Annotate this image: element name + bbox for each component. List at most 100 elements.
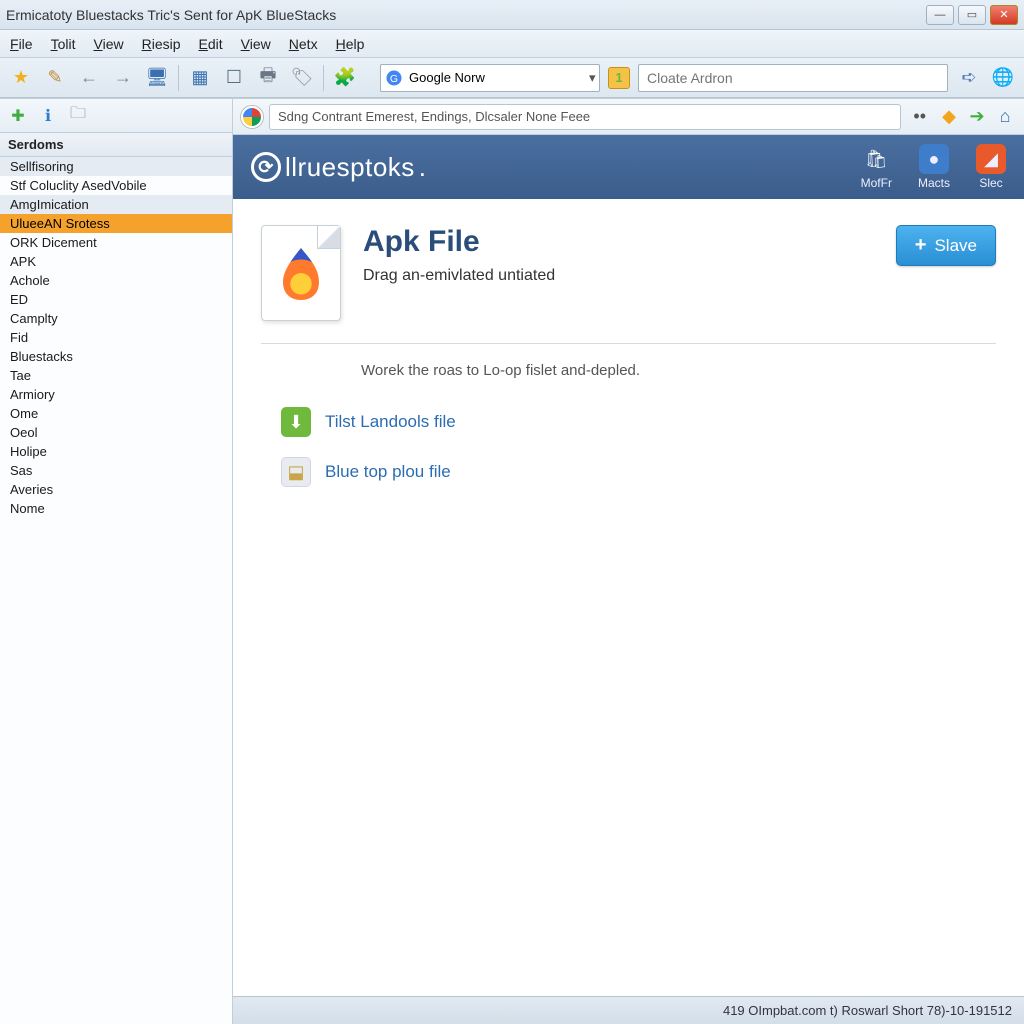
- nav-forward-icon[interactable]: ➔: [966, 106, 988, 128]
- brand-mark-icon: ⟳: [251, 152, 281, 182]
- sidebar-item[interactable]: APK: [0, 252, 232, 271]
- sidebar-item[interactable]: Bluestacks: [0, 347, 232, 366]
- forward-arrow-icon[interactable]: →: [110, 65, 136, 91]
- link-label: Blue top plou file: [325, 462, 451, 482]
- link-list: ⬇ Tilst Landools file ⬓ Blue top plou file: [261, 397, 996, 497]
- sidebar-item[interactable]: Tae: [0, 366, 232, 385]
- window-controls: — ▭ ✕: [926, 5, 1018, 25]
- hero-text: Apk File Drag an-emivlated untiated: [363, 225, 555, 285]
- menu-tolit[interactable]: Tolit: [51, 36, 76, 52]
- plus-icon: +: [915, 234, 927, 257]
- sidebar-item[interactable]: Averies: [0, 480, 232, 499]
- sidebar-item[interactable]: Achole: [0, 271, 232, 290]
- brand-actions: 🛍MofFr ●Macts ◢ Slec: [861, 144, 1006, 190]
- sidebar-item[interactable]: Holipe: [0, 442, 232, 461]
- sidebar-item[interactable]: Camplty: [0, 309, 232, 328]
- sidebar-item[interactable]: Ome: [0, 404, 232, 423]
- brand-action-icon: ◢: [976, 144, 1006, 174]
- brand-logo: ⟳ llruesptoks.: [251, 152, 427, 183]
- toolbar: ★ ✎ ← → 🖥 ▦ ☐ 🖶 🏷 🧩 G ▾ 1 ➪ 🌐: [0, 58, 1024, 98]
- brand-action-slec[interactable]: ◢ Slec: [976, 144, 1006, 190]
- window-icon[interactable]: ☐: [221, 65, 247, 91]
- titlebar: Ermicatoty Bluestacks Tric's Sent for Ap…: [0, 0, 1024, 30]
- tab-active[interactable]: Sdng Contrant Emerest, Endings, Dlcsaler…: [269, 104, 901, 130]
- link-label: Tilst Landools file: [325, 412, 456, 432]
- brand-action-label: Slec: [979, 176, 1002, 190]
- sidebar-item[interactable]: Stf Coluclity AsedVobile: [0, 176, 232, 195]
- sidebar-item[interactable]: ORK Dicement: [0, 233, 232, 252]
- sidebar-tools: ✚ ℹ 🗀: [0, 99, 232, 133]
- app-window: Ermicatoty Bluestacks Tric's Sent for Ap…: [0, 0, 1024, 1024]
- globe-icon[interactable]: 🌐: [990, 65, 1016, 91]
- minimize-button[interactable]: —: [926, 5, 954, 25]
- sidebar-item[interactable]: Armiory: [0, 385, 232, 404]
- hero-subtitle: Drag an-emivlated untiated: [363, 267, 555, 285]
- link-row[interactable]: ⬓ Blue top plou file: [261, 447, 996, 497]
- star-icon[interactable]: ★: [8, 65, 34, 91]
- tabbar: Sdng Contrant Emerest, Endings, Dlcsaler…: [233, 99, 1024, 135]
- maximize-button[interactable]: ▭: [958, 5, 986, 25]
- nav-home-icon[interactable]: ⌂: [994, 106, 1016, 128]
- statusbar: 419 OImpbat.com t) Roswarl Short 78)-10-…: [233, 996, 1024, 1024]
- content: Apk File Drag an-emivlated untiated + Sl…: [233, 199, 1024, 996]
- address-input[interactable]: [638, 64, 948, 92]
- menu-riesip[interactable]: Riesip: [142, 36, 181, 52]
- slave-button[interactable]: + Slave: [896, 225, 996, 266]
- window-title: Ermicatoty Bluestacks Tric's Sent for Ap…: [6, 7, 926, 23]
- grid-icon[interactable]: ▦: [187, 65, 213, 91]
- chrome-icon[interactable]: [241, 106, 263, 128]
- apk-file-icon: [261, 225, 341, 321]
- brand-action-label: MofFr: [861, 176, 892, 190]
- link-row[interactable]: ⬇ Tilst Landools file: [261, 397, 996, 447]
- print-icon[interactable]: 🖶: [255, 65, 281, 91]
- description: Worek the roas to Lo-op fislet and-deple…: [261, 344, 996, 397]
- pencil-icon[interactable]: ✎: [42, 65, 68, 91]
- brand-bar: ⟳ llruesptoks. 🛍MofFr ●Macts ◢ Slec: [233, 135, 1024, 199]
- separator: [323, 65, 324, 91]
- link-icon: ⬓: [281, 457, 311, 487]
- menu-edit[interactable]: Edit: [199, 36, 223, 52]
- sidebar-item[interactable]: Oeol: [0, 423, 232, 442]
- info-icon[interactable]: ℹ: [38, 106, 58, 126]
- link-icon: ⬇: [281, 407, 311, 437]
- google-icon: G: [385, 69, 403, 87]
- notification-badge[interactable]: 1: [608, 67, 630, 89]
- sidebar-item[interactable]: Nome: [0, 499, 232, 518]
- brand-action-macts[interactable]: ●Macts: [918, 144, 950, 190]
- main-panel: Sdng Contrant Emerest, Endings, Dlcsaler…: [233, 99, 1024, 1024]
- brand-action-moffr[interactable]: 🛍MofFr: [861, 144, 892, 190]
- body: ✚ ℹ 🗀 Serdoms SellfisoringStf Coluclity …: [0, 98, 1024, 1024]
- status-text: 419 OImpbat.com t) Roswarl Short 78)-10-…: [723, 1003, 1012, 1018]
- hero-title: Apk File: [363, 225, 555, 259]
- go-arrow-icon[interactable]: ➪: [956, 65, 982, 91]
- monitor-icon[interactable]: 🖥: [144, 65, 170, 91]
- puzzle-icon[interactable]: 🧩: [332, 65, 358, 91]
- sidebar-item[interactable]: ED: [0, 290, 232, 309]
- sidebar-item[interactable]: Sellfisoring: [0, 157, 232, 176]
- menu-help[interactable]: Help: [336, 36, 365, 52]
- slave-button-label: Slave: [934, 236, 977, 256]
- sidebar-item[interactable]: Fid: [0, 328, 232, 347]
- sidebar-list: SellfisoringStf Coluclity AsedVobileAmgI…: [0, 157, 232, 1024]
- brand-name: llruesptoks: [285, 152, 415, 183]
- add-icon[interactable]: ✚: [8, 106, 28, 126]
- chevron-down-icon[interactable]: ▾: [585, 70, 600, 86]
- sidebar: ✚ ℹ 🗀 Serdoms SellfisoringStf Coluclity …: [0, 99, 233, 1024]
- search-engine-combo[interactable]: G ▾: [380, 64, 600, 92]
- menu-view[interactable]: View: [93, 36, 123, 52]
- close-button[interactable]: ✕: [990, 5, 1018, 25]
- menu-view[interactable]: View: [241, 36, 271, 52]
- tab-overflow-icon[interactable]: ••: [907, 106, 932, 127]
- separator: [178, 65, 179, 91]
- sidebar-item[interactable]: AmgImication: [0, 195, 232, 214]
- tab-label: Sdng Contrant Emerest, Endings, Dlcsaler…: [278, 109, 590, 124]
- sidebar-item[interactable]: Sas: [0, 461, 232, 480]
- nav-diamond-icon[interactable]: ◆: [938, 106, 960, 128]
- menu-file[interactable]: File: [10, 36, 33, 52]
- sidebar-item[interactable]: UlueeAN Srotess: [0, 214, 232, 233]
- folder-icon[interactable]: 🗀: [68, 106, 88, 126]
- tag-icon[interactable]: 🏷: [289, 65, 315, 91]
- menu-netx[interactable]: Netx: [289, 36, 318, 52]
- back-arrow-icon[interactable]: ←: [76, 65, 102, 91]
- search-engine-input[interactable]: [409, 70, 585, 85]
